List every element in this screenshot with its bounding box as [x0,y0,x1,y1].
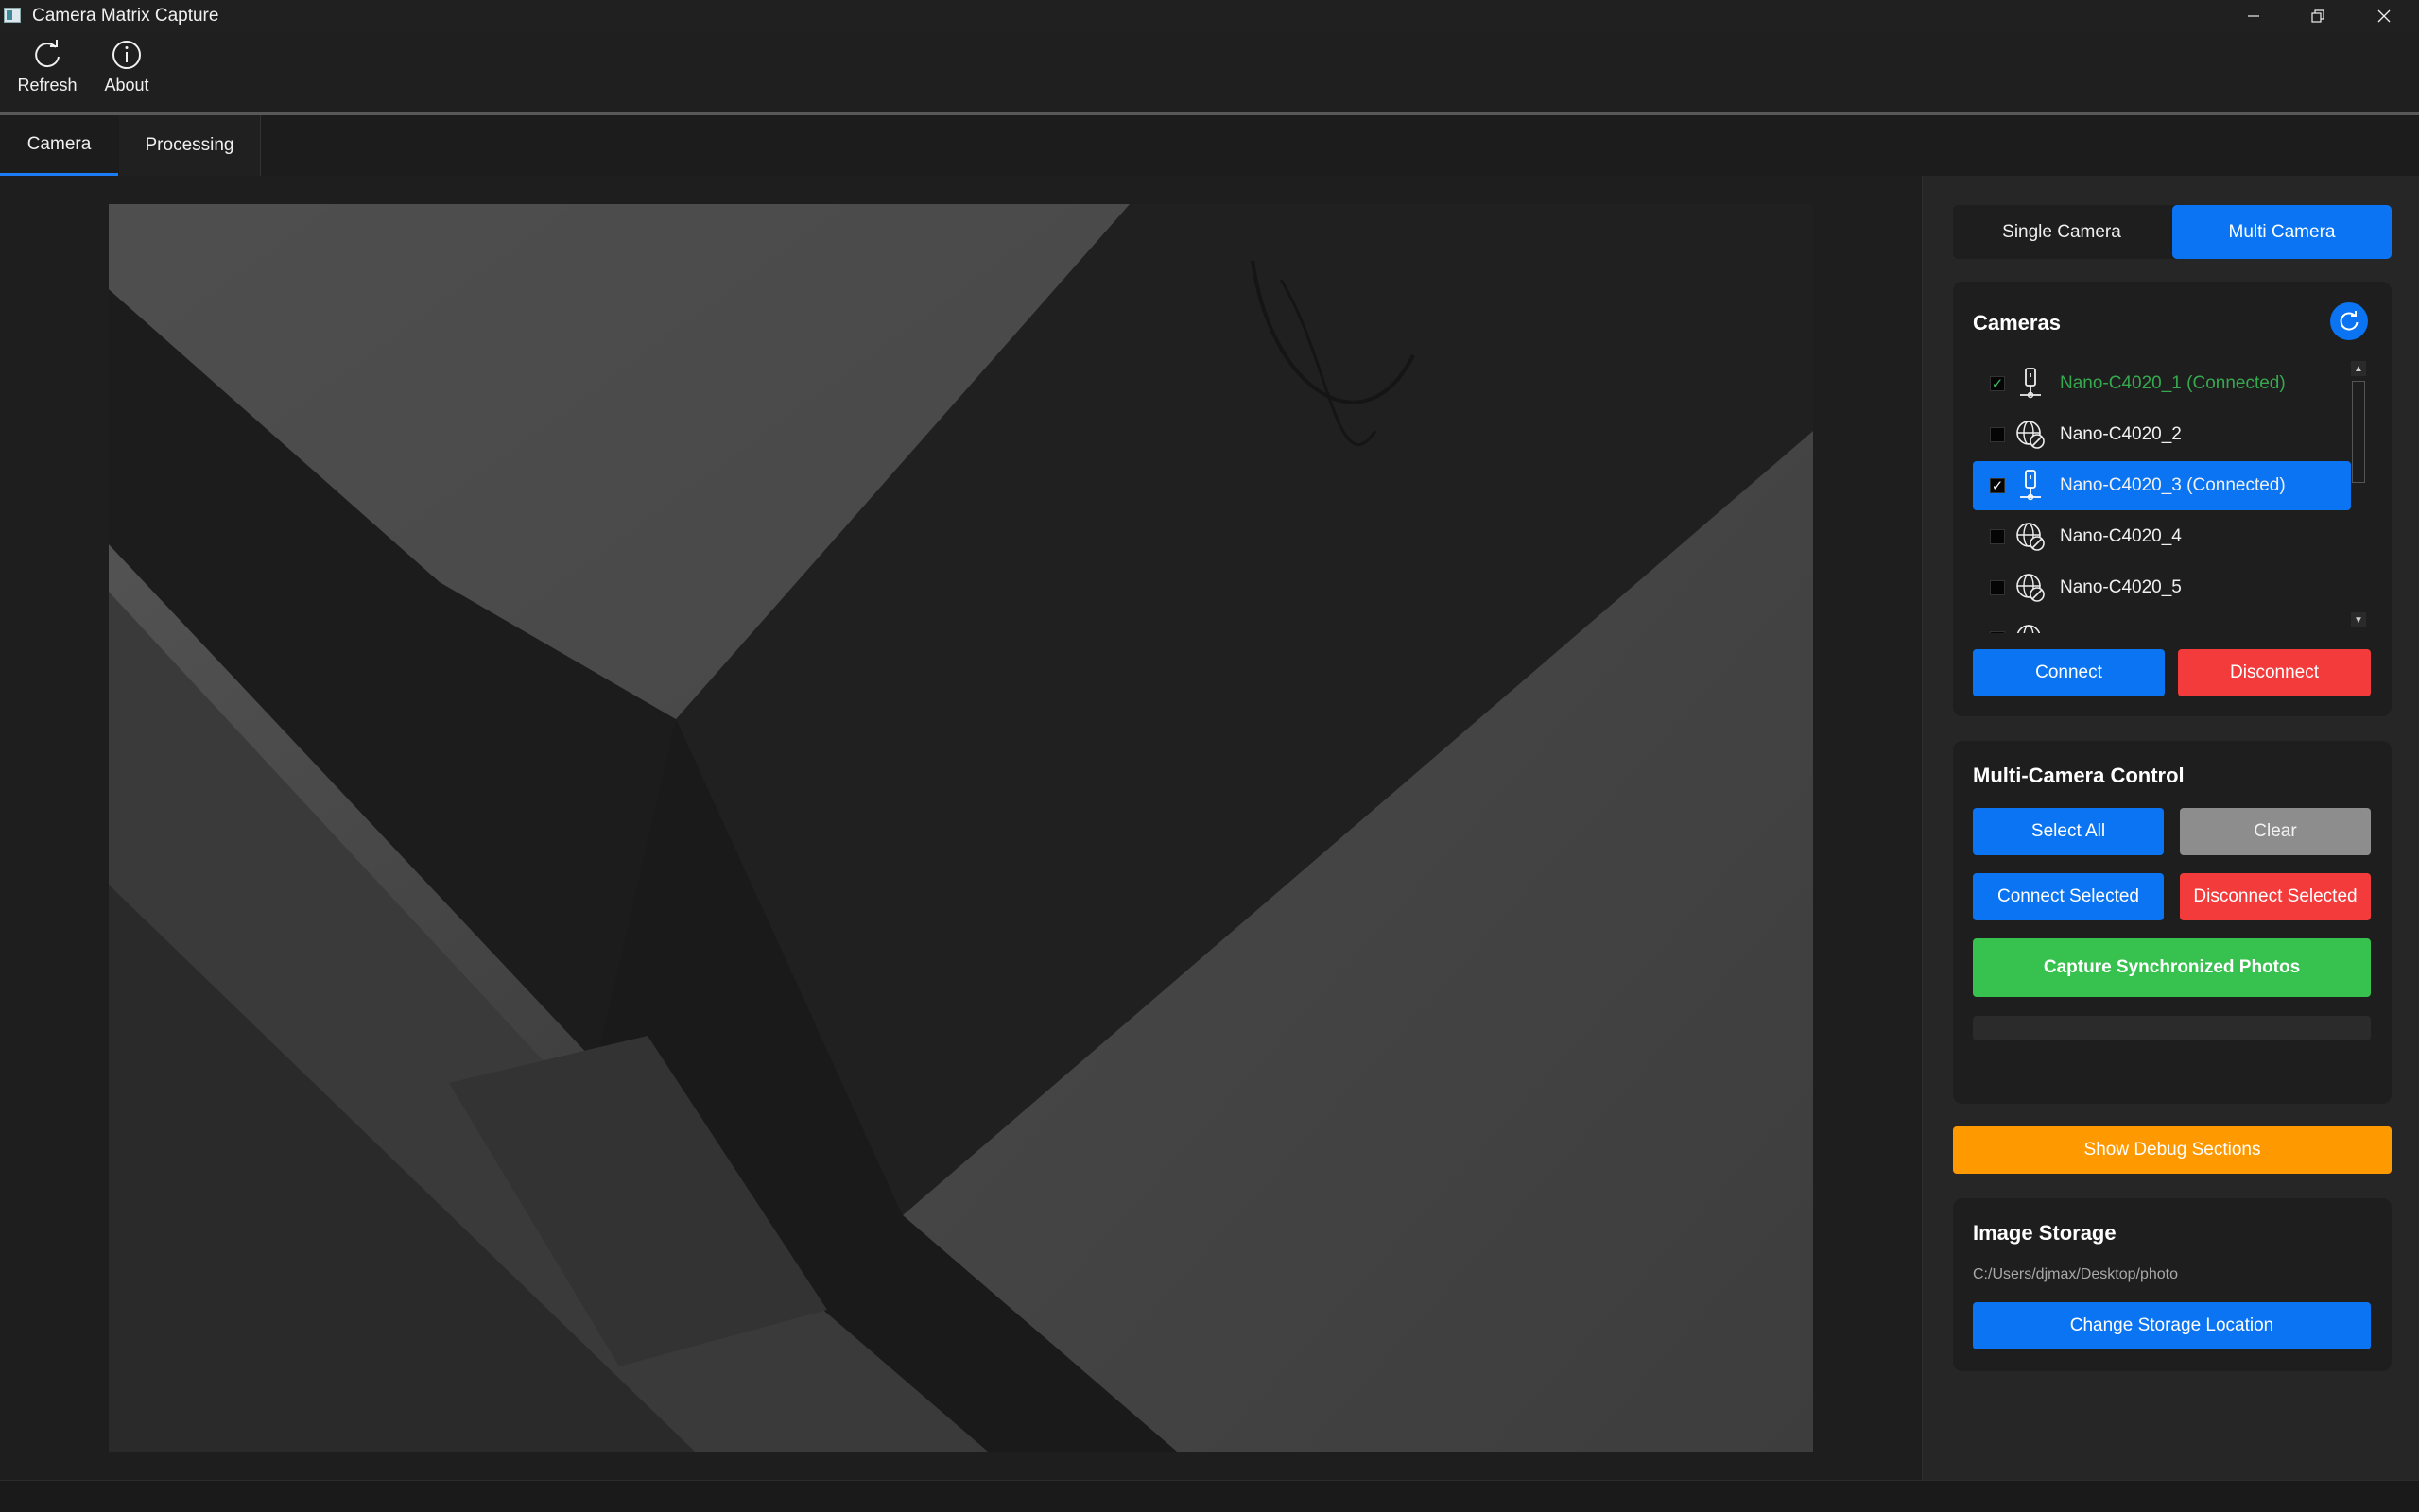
title-bar [0,0,2419,32]
multi-camera-toggle[interactable]: Multi Camera [2172,205,2392,259]
disconnect-selected-button[interactable]: Disconnect Selected [2180,873,2371,920]
camera-label: Nano-C4020_3 (Connected) [2060,475,2286,495]
connect-button[interactable]: Connect [1973,649,2165,696]
storage-path: C:/Users/djmax/Desktop/photo [1973,1266,2178,1282]
camera-list-item[interactable]: Nano-C4020_2 [1973,410,2351,459]
camera-list: ✓ Nano-C4020_1 (Connected) Nano-C4020_2 [1973,359,2351,633]
camera-frame-graphic [109,204,1813,1452]
camera-list-item-selected[interactable]: ✓ Nano-C4020_3 (Connected) [1973,461,2351,510]
network-offline-icon [2013,570,2048,606]
tab-bar [0,115,2419,176]
camera-list-item[interactable]: ✓ Nano-C4020_1 (Connected) [1973,359,2351,408]
disconnect-button[interactable]: Disconnect [2178,649,2371,696]
refresh-icon [35,40,60,68]
info-icon [112,41,141,69]
camera-label: Nano-C4020_1 (Connected) [2060,373,2286,393]
minimize-button[interactable] [2220,0,2287,32]
refresh-icon [2340,311,2359,331]
about-label: About [104,76,149,94]
capture-synchronized-photos-button[interactable]: Capture Synchronized Photos [1973,938,2371,997]
single-camera-toggle[interactable]: Single Camera [1953,205,2170,259]
network-offline-icon [2013,417,2048,453]
image-storage-title: Image Storage [1973,1221,2117,1245]
about-button[interactable]: About [88,38,165,104]
multi-camera-control-card [1953,741,2392,1104]
minimize-icon [2248,15,2259,17]
restore-icon [2311,9,2324,23]
status-bar [0,1480,2419,1512]
change-storage-location-button[interactable]: Change Storage Location [1973,1302,2371,1349]
list-scrollbar-thumb[interactable] [2352,381,2365,483]
camera-list-item-partial[interactable] [1973,614,2351,633]
camera-checkbox[interactable] [1990,529,2005,544]
clear-button[interactable]: Clear [2180,808,2371,855]
cameras-title: Cameras [1973,311,2061,335]
tab-processing[interactable]: Processing [119,115,261,176]
camera-label: Nano-C4020_2 [2060,424,2182,444]
camera-connected-icon [2013,468,2048,504]
capture-progress-bar [1973,1016,2371,1040]
camera-checkbox[interactable]: ✓ [1990,478,2005,493]
list-scroll-down-button[interactable]: ▼ [2351,612,2366,627]
network-offline-icon [2013,621,2048,633]
connect-selected-button[interactable]: Connect Selected [1973,873,2164,920]
toolbar [0,32,2419,115]
refresh-label: Refresh [17,76,78,94]
refresh-cameras-button[interactable] [2330,302,2368,340]
camera-checkbox[interactable] [1990,631,2005,633]
refresh-button[interactable]: Refresh [9,38,86,104]
camera-checkbox[interactable] [1990,427,2005,442]
tab-camera[interactable]: Camera [0,115,118,176]
camera-label: Nano-C4020_4 [2060,526,2182,546]
show-debug-sections-button[interactable]: Show Debug Sections [1953,1126,2392,1174]
multi-camera-control-title: Multi-Camera Control [1973,764,2185,787]
close-button[interactable] [2351,0,2417,32]
select-all-button[interactable]: Select All [1973,808,2164,855]
camera-list-item[interactable]: Nano-C4020_5 [1973,563,2351,612]
camera-feed-image [109,204,1813,1452]
restore-button[interactable] [2285,0,2351,32]
window-title: Camera Matrix Capture [32,6,219,26]
camera-checkbox[interactable] [1990,580,2005,595]
app-icon [4,8,21,23]
camera-checkbox[interactable]: ✓ [1990,376,2005,391]
list-scroll-up-button[interactable]: ▲ [2351,361,2366,376]
camera-list-item[interactable]: Nano-C4020_4 [1973,512,2351,561]
network-offline-icon [2013,519,2048,555]
camera-label: Nano-C4020_5 [2060,577,2182,597]
camera-connected-icon [2013,366,2048,402]
close-icon [2377,9,2391,23]
